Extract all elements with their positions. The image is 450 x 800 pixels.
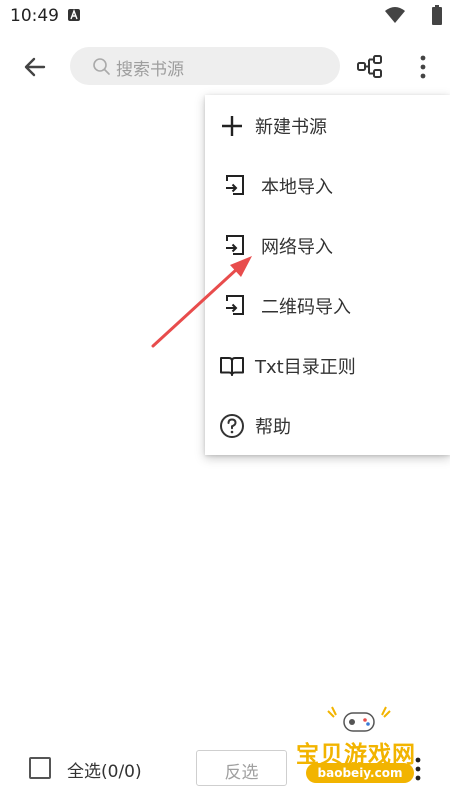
arrow-back-icon bbox=[24, 57, 46, 77]
overflow-menu: 新建书源 本地导入 网络导入 二维码导入 Txt目录正则 帮助 bbox=[205, 95, 450, 455]
watermark: 宝贝游戏网 baobeiy.com bbox=[296, 705, 426, 785]
group-button[interactable] bbox=[355, 52, 385, 82]
more-button[interactable] bbox=[412, 52, 434, 82]
menu-item-txt-toc-regex[interactable]: Txt目录正则 bbox=[205, 335, 450, 395]
menu-item-label: Txt目录正则 bbox=[255, 357, 356, 378]
search-placeholder: 搜索书源 bbox=[116, 60, 184, 80]
status-time: 10:49 bbox=[10, 6, 59, 26]
search-input[interactable]: 搜索书源 bbox=[70, 47, 340, 85]
menu-item-new-source[interactable]: 新建书源 bbox=[205, 95, 450, 155]
menu-item-qrcode-import[interactable]: 二维码导入 bbox=[205, 275, 450, 335]
book-icon bbox=[220, 357, 244, 376]
import-icon bbox=[226, 295, 244, 315]
status-bar: 10:49 bbox=[0, 0, 450, 32]
import-icon bbox=[226, 235, 244, 255]
menu-item-label: 网络导入 bbox=[261, 237, 333, 258]
toolbar: 搜索书源 bbox=[0, 40, 450, 94]
menu-item-label: 二维码导入 bbox=[261, 297, 351, 318]
search-icon bbox=[92, 57, 112, 81]
select-all-label[interactable]: 全选(0/0) bbox=[67, 757, 142, 782]
menu-item-network-import[interactable]: 网络导入 bbox=[205, 215, 450, 275]
gamepad-logo-icon bbox=[327, 706, 391, 732]
more-vert-icon bbox=[420, 55, 426, 79]
import-icon bbox=[226, 175, 244, 195]
menu-item-local-import[interactable]: 本地导入 bbox=[205, 155, 450, 215]
a-notification-icon bbox=[68, 9, 80, 21]
select-all-checkbox[interactable] bbox=[29, 757, 51, 779]
plus-icon bbox=[222, 116, 242, 136]
group-structure-icon bbox=[357, 55, 382, 78]
invert-selection-button[interactable]: 反选 bbox=[196, 750, 287, 786]
menu-item-label: 本地导入 bbox=[261, 177, 333, 198]
watermark-site: baobeiy.com bbox=[306, 763, 414, 783]
menu-item-help[interactable]: 帮助 bbox=[205, 395, 450, 455]
menu-item-label: 新建书源 bbox=[255, 117, 327, 138]
menu-item-label: 帮助 bbox=[255, 417, 291, 438]
battery-icon bbox=[432, 5, 442, 29]
invert-selection-label: 反选 bbox=[224, 763, 259, 783]
wifi-icon bbox=[384, 6, 406, 28]
help-icon bbox=[220, 414, 244, 438]
back-button[interactable] bbox=[20, 52, 50, 82]
